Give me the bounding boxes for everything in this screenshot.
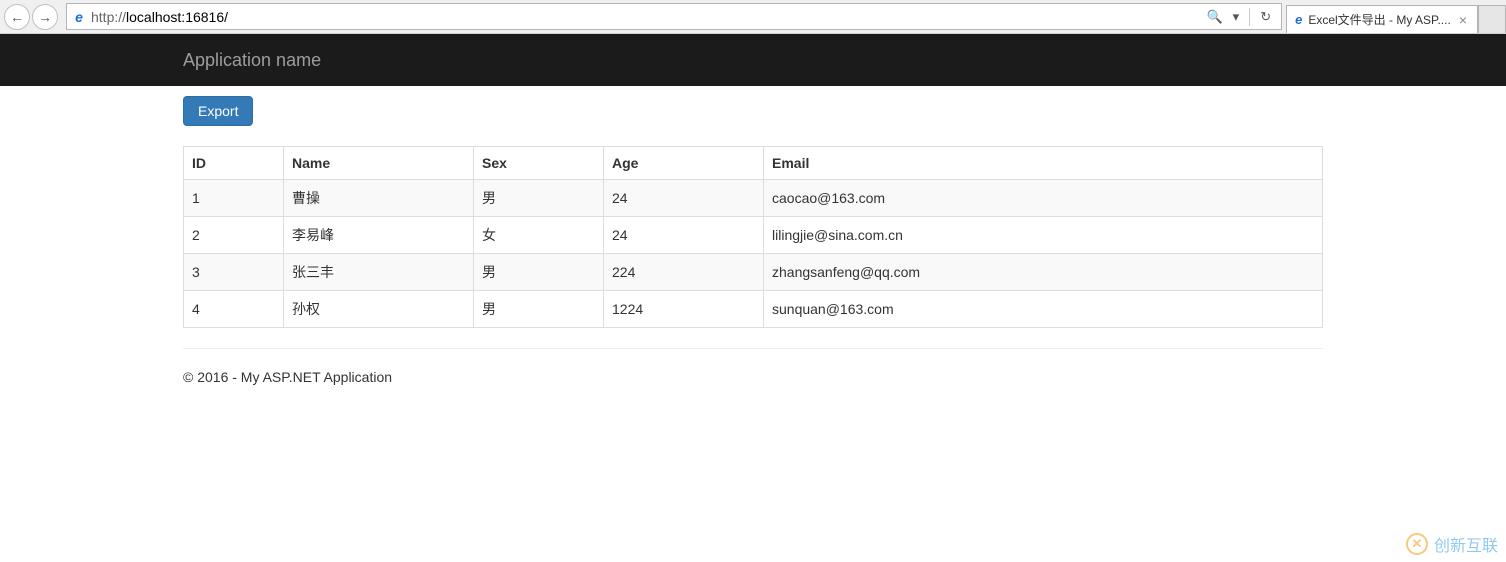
table-header-row: ID Name Sex Age Email — [184, 147, 1323, 180]
cell-id: 4 — [184, 291, 284, 328]
url-text: http://localhost:16816/ — [91, 7, 1196, 27]
back-button[interactable]: ← — [4, 4, 30, 30]
action-row: Export — [183, 96, 1323, 126]
ie-icon: e — [67, 9, 91, 25]
url-port-path: 16816/ — [185, 9, 228, 25]
col-header-name: Name — [284, 147, 474, 180]
dropdown-icon[interactable]: ▾ — [1229, 9, 1244, 25]
separator — [1249, 8, 1250, 26]
brand-link[interactable]: Application name — [183, 35, 321, 86]
data-table: ID Name Sex Age Email 1曹操男24caocao@163.c… — [183, 146, 1323, 328]
divider — [183, 348, 1323, 349]
table-row: 2李易峰女24lilingjie@sina.com.cn — [184, 217, 1323, 254]
cell-email: sunquan@163.com — [764, 291, 1323, 328]
table-row: 3张三丰男224zhangsanfeng@qq.com — [184, 254, 1323, 291]
forward-button[interactable]: → — [32, 4, 58, 30]
footer-text: © 2016 - My ASP.NET Application — [183, 369, 392, 385]
search-icon[interactable]: 🔍 — [1202, 9, 1226, 25]
cell-id: 2 — [184, 217, 284, 254]
col-header-id: ID — [184, 147, 284, 180]
cell-age: 24 — [604, 180, 764, 217]
cell-id: 1 — [184, 180, 284, 217]
new-tab-button[interactable] — [1478, 5, 1506, 33]
cell-sex: 男 — [474, 291, 604, 328]
export-button[interactable]: Export — [183, 96, 253, 126]
cell-sex: 男 — [474, 254, 604, 291]
tab-title: Excel文件导出 - My ASP.... — [1308, 11, 1450, 28]
close-icon[interactable]: × — [1457, 12, 1469, 28]
cell-name: 李易峰 — [284, 217, 474, 254]
cell-age: 224 — [604, 254, 764, 291]
col-header-age: Age — [604, 147, 764, 180]
cell-sex: 男 — [474, 180, 604, 217]
watermark-icon: ✕ — [1406, 533, 1428, 555]
browser-chrome: ← → e http://localhost:16816/ 🔍 ▾ ↻ e Ex… — [0, 0, 1506, 34]
address-controls: 🔍 ▾ ↻ — [1196, 8, 1281, 26]
cell-email: lilingjie@sina.com.cn — [764, 217, 1323, 254]
navbar: Application name — [0, 34, 1506, 86]
cell-email: zhangsanfeng@qq.com — [764, 254, 1323, 291]
watermark: ✕ 创新互联 — [1406, 532, 1498, 556]
watermark-text: 创新互联 — [1434, 532, 1498, 556]
footer: © 2016 - My ASP.NET Application — [183, 369, 1323, 415]
refresh-icon[interactable]: ↻ — [1256, 9, 1275, 25]
arrow-left-icon: ← — [10, 9, 24, 25]
address-bar[interactable]: e http://localhost:16816/ 🔍 ▾ ↻ — [66, 3, 1282, 30]
browser-tab-active[interactable]: e Excel文件导出 - My ASP.... × — [1286, 5, 1478, 33]
nav-buttons: ← → — [0, 0, 64, 33]
arrow-right-icon: → — [38, 9, 52, 25]
col-header-email: Email — [764, 147, 1323, 180]
table-row: 1曹操男24caocao@163.com — [184, 180, 1323, 217]
tab-strip: e Excel文件导出 - My ASP.... × — [1286, 3, 1506, 33]
cell-age: 1224 — [604, 291, 764, 328]
cell-age: 24 — [604, 217, 764, 254]
ie-icon: e — [1295, 12, 1302, 27]
cell-name: 曹操 — [284, 180, 474, 217]
cell-sex: 女 — [474, 217, 604, 254]
url-host: localhost: — [126, 9, 185, 25]
url-prefix: http:// — [91, 9, 126, 25]
table-row: 4孙权男1224sunquan@163.com — [184, 291, 1323, 328]
cell-name: 张三丰 — [284, 254, 474, 291]
cell-name: 孙权 — [284, 291, 474, 328]
cell-email: caocao@163.com — [764, 180, 1323, 217]
main-container: Export ID Name Sex Age Email 1曹操男24caoca… — [168, 96, 1338, 415]
cell-id: 3 — [184, 254, 284, 291]
col-header-sex: Sex — [474, 147, 604, 180]
